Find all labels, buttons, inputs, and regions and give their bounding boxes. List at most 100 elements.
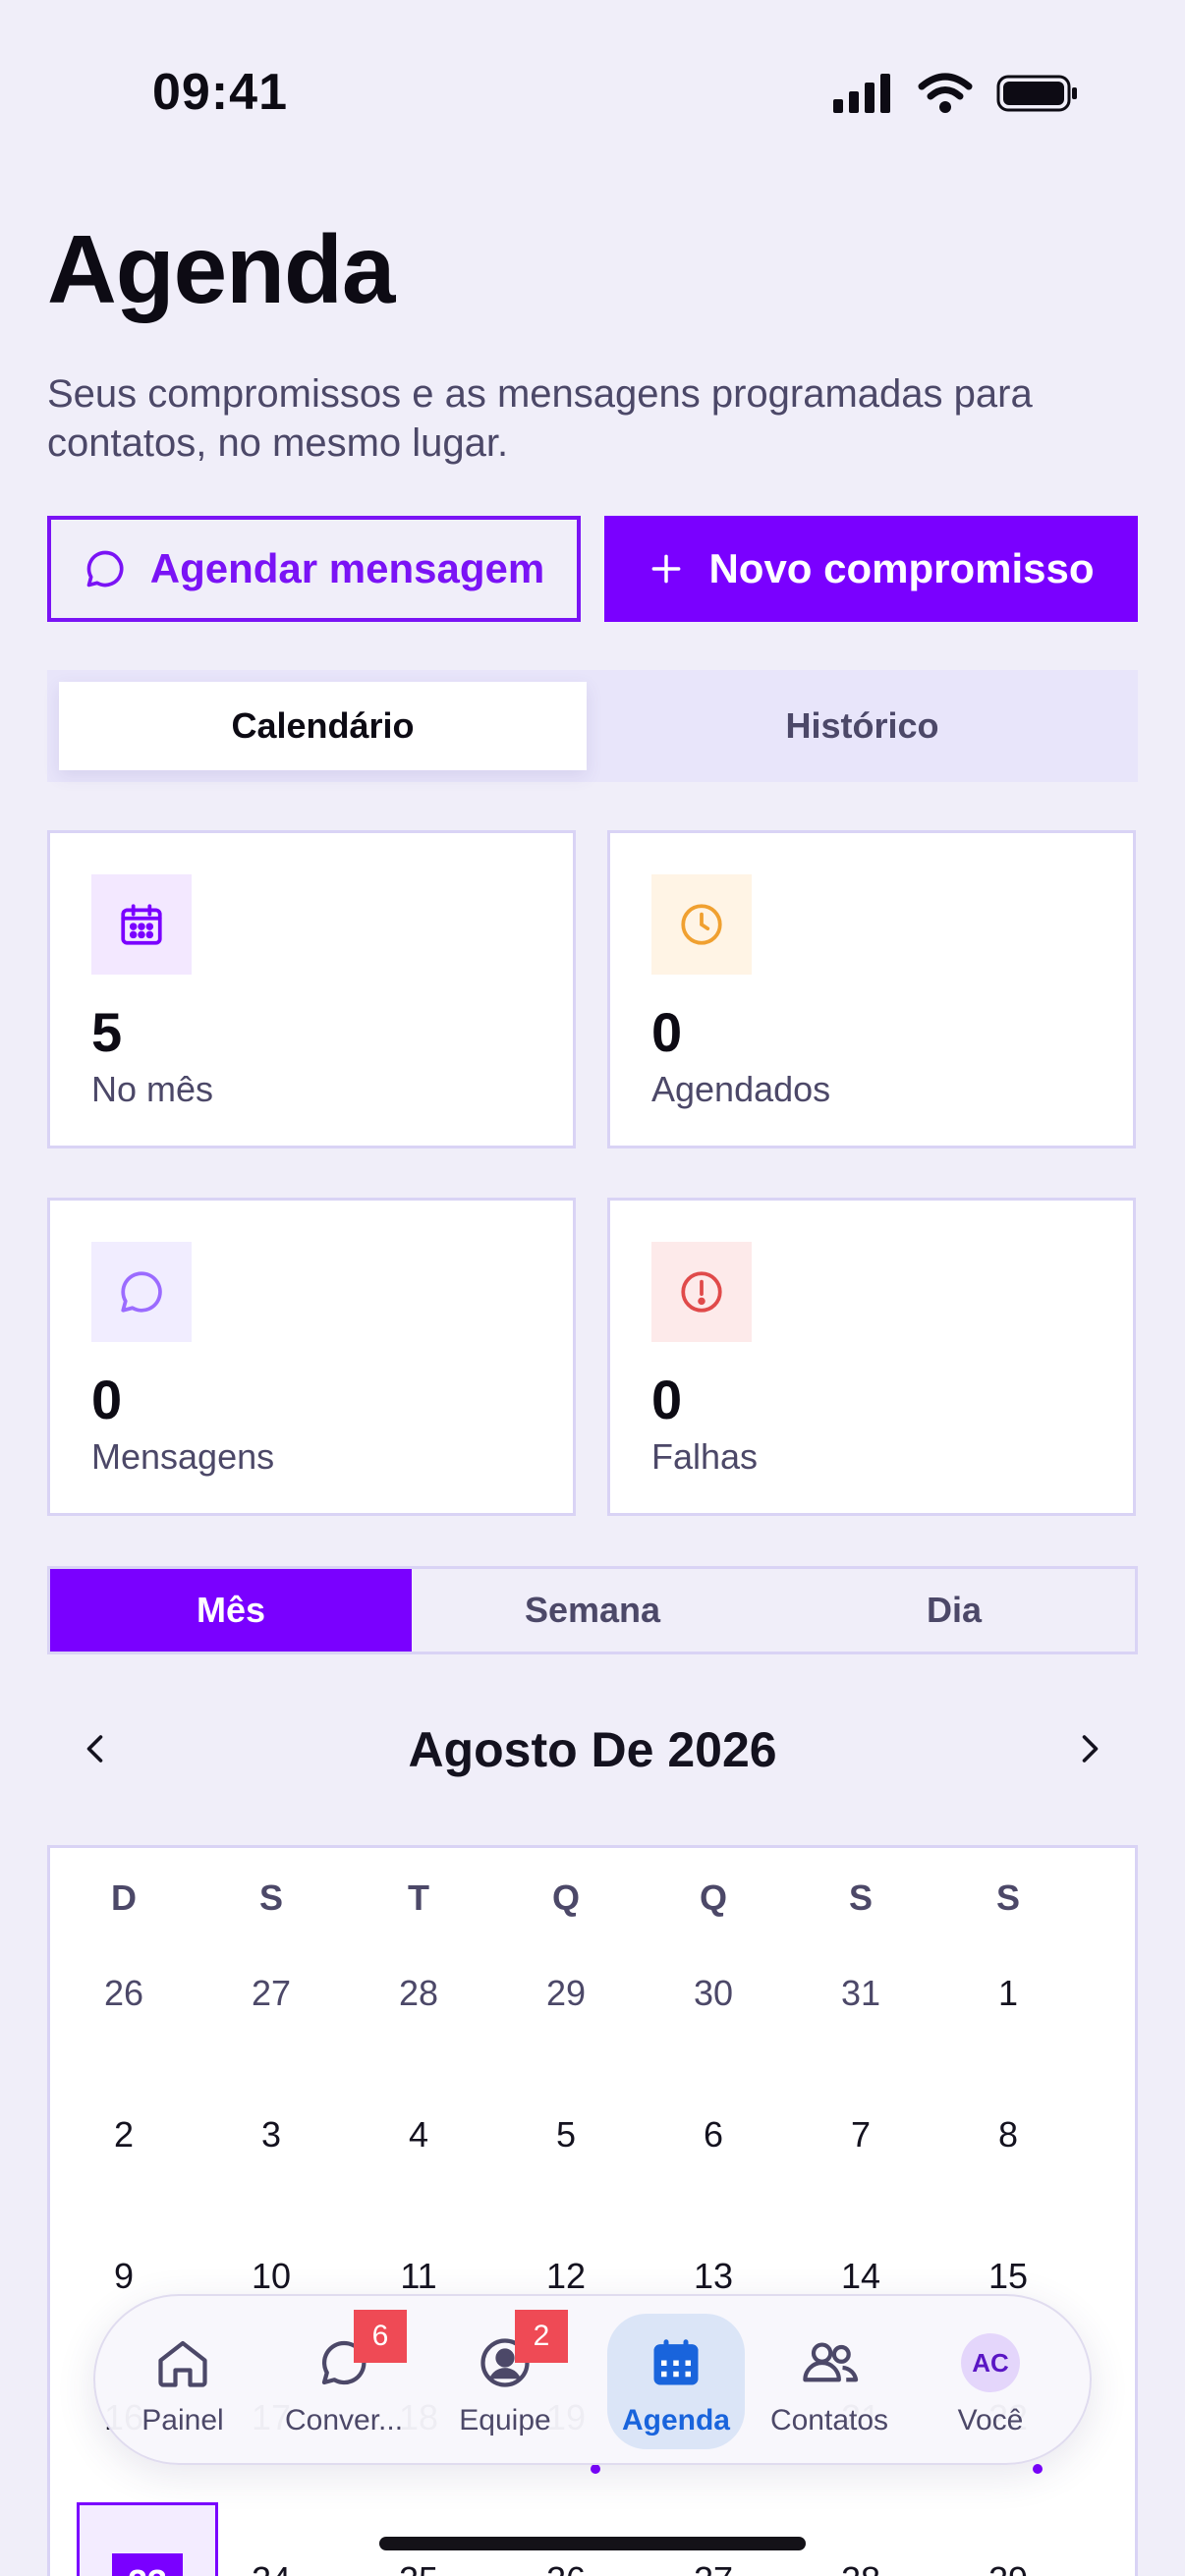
schedule-message-button[interactable]: Agendar mensagem: [47, 516, 581, 622]
stat-card-scheduled: 0 Agendados: [607, 830, 1136, 1148]
tab-bar-item-painel[interactable]: Painel: [109, 2314, 256, 2449]
bottom-tab-bar: Painel 6 Conver... 2 Equipe Agenda Conta…: [93, 2294, 1092, 2465]
tab-bar-item-voce[interactable]: AC Você: [917, 2314, 1064, 2449]
tab-icon-wrap: 6: [314, 2310, 407, 2402]
stat-label: Mensagens: [91, 1436, 275, 1477]
view-tabs: Calendário Histórico: [47, 670, 1138, 782]
tab-label: Conver...: [284, 2404, 404, 2436]
tab-history[interactable]: Histórico: [598, 682, 1126, 770]
calendar-day[interactable]: 11: [345, 2256, 492, 2297]
stat-icon-box: [651, 874, 752, 975]
calendar-icon: [121, 904, 162, 945]
calendar-day[interactable]: 3: [198, 2114, 345, 2156]
calendar-day[interactable]: 12: [492, 2256, 640, 2297]
month-title: Agosto De 2026: [408, 1722, 777, 1777]
tab-bar-item-equipe[interactable]: 2 Equipe: [431, 2310, 579, 2449]
calendar-grid: D S T Q Q S S 26 27 28 29 30 31 1 2 3 4 …: [47, 1845, 1138, 2576]
calendar-day[interactable]: 26: [492, 2559, 640, 2576]
calendar-day[interactable]: 7: [787, 2114, 934, 2156]
stat-value: 0: [651, 1001, 683, 1063]
calendar-day[interactable]: 10: [198, 2256, 345, 2297]
calendar-day[interactable]: 28: [345, 1973, 492, 2014]
calendar-day[interactable]: 13: [640, 2256, 787, 2297]
alert-circle-icon: [681, 1271, 722, 1313]
calendar-day[interactable]: 31: [787, 1973, 934, 2014]
calendar-day[interactable]: 6: [640, 2114, 787, 2156]
calendar-day[interactable]: 1: [934, 1973, 1082, 2014]
today-number: 23: [112, 2553, 183, 2576]
schedule-message-label: Agendar mensagem: [149, 545, 545, 591]
event-dot: [1033, 2464, 1043, 2474]
chat-bubble-icon: [121, 1271, 162, 1313]
stat-value: 5: [91, 1001, 123, 1063]
tab-icon-wrap: AC: [961, 2324, 1020, 2402]
calendar-day[interactable]: 25: [345, 2559, 492, 2576]
stat-label: Agendados: [651, 1069, 831, 1109]
calendar-day[interactable]: 26: [50, 1973, 198, 2014]
calendar-day[interactable]: 2: [50, 2114, 198, 2156]
home-indicator: [379, 2537, 806, 2550]
calendar-day[interactable]: 5: [492, 2114, 640, 2156]
calendar-day[interactable]: 29: [934, 2559, 1082, 2576]
stat-value: 0: [651, 1369, 683, 1430]
stat-icon-box: [651, 1242, 752, 1342]
calendar-day[interactable]: 24: [198, 2559, 345, 2576]
tab-label: Equipe: [459, 2404, 551, 2436]
chevron-right-icon: [1082, 1735, 1099, 1763]
tab-label: Contatos: [769, 2404, 889, 2436]
tab-icon-wrap: 2: [476, 2310, 568, 2402]
tab-icon-wrap: [647, 2324, 705, 2402]
weekday-label: S: [848, 1877, 873, 1918]
calendar-day[interactable]: 27: [640, 2559, 787, 2576]
calendar-day[interactable]: 28: [787, 2559, 934, 2576]
tab-bar-item-agenda[interactable]: Agenda: [607, 2314, 745, 2449]
new-appointment-label: Novo compromisso: [708, 545, 1095, 591]
tab-bar-item-conversas[interactable]: 6 Conver...: [270, 2310, 418, 2449]
tab-month[interactable]: Mês: [50, 1569, 412, 1652]
calendar-day[interactable]: 9: [50, 2256, 198, 2297]
weekday-label: Q: [699, 1877, 727, 1918]
chat-bubble-icon: [86, 550, 124, 588]
stat-value: 0: [91, 1369, 123, 1430]
stat-icon-box: [91, 1242, 192, 1342]
stat-card-failures: 0 Falhas: [607, 1198, 1136, 1516]
stat-icon-box: [91, 874, 192, 975]
calendar-day[interactable]: 15: [934, 2256, 1082, 2297]
unread-badge: 2: [515, 2310, 568, 2363]
tab-day[interactable]: Dia: [773, 1569, 1135, 1652]
tab-bar-item-contatos[interactable]: Contatos: [756, 2314, 903, 2449]
stat-card-month: 5 No mês: [47, 830, 576, 1148]
event-dot: [591, 2464, 600, 2474]
month-nav: Agosto De 2026: [47, 1709, 1138, 1788]
calendar-day[interactable]: 29: [492, 1973, 640, 2014]
plus-icon: [652, 554, 681, 584]
tab-week[interactable]: Semana: [412, 1569, 773, 1652]
avatar: AC: [961, 2333, 1020, 2392]
wifi-icon: [918, 73, 973, 113]
calendar-day[interactable]: 14: [787, 2256, 934, 2297]
status-icons: [833, 73, 1079, 114]
calendar-day[interactable]: 4: [345, 2114, 492, 2156]
page-subtitle: Seus compromissos e as mensagens program…: [47, 372, 1033, 465]
calendar-day[interactable]: 27: [198, 1973, 345, 2014]
new-appointment-button[interactable]: Novo compromisso: [604, 516, 1138, 622]
calendar-icon: [653, 2339, 699, 2385]
status-bar: 09:41: [0, 0, 1185, 187]
battery-icon: [996, 75, 1077, 112]
next-month-button[interactable]: [1049, 1709, 1128, 1788]
weekday-label: S: [258, 1877, 283, 1918]
tab-icon-wrap: [798, 2324, 861, 2402]
status-time: 09:41: [152, 64, 288, 121]
stat-label: No mês: [91, 1069, 214, 1109]
range-tabs: Mês Semana Dia: [47, 1566, 1138, 1654]
tab-calendar[interactable]: Calendário: [59, 682, 587, 770]
tab-label: Agenda: [621, 2404, 730, 2436]
weekday-label: D: [111, 1877, 137, 1918]
calendar-day[interactable]: 30: [640, 1973, 787, 2014]
stat-label: Falhas: [651, 1436, 759, 1477]
unread-badge: 6: [354, 2310, 407, 2363]
clock-icon: [681, 904, 722, 945]
calendar-day[interactable]: 8: [934, 2114, 1082, 2156]
stat-card-messages: 0 Mensagens: [47, 1198, 576, 1516]
contacts-icon: [803, 2342, 859, 2382]
